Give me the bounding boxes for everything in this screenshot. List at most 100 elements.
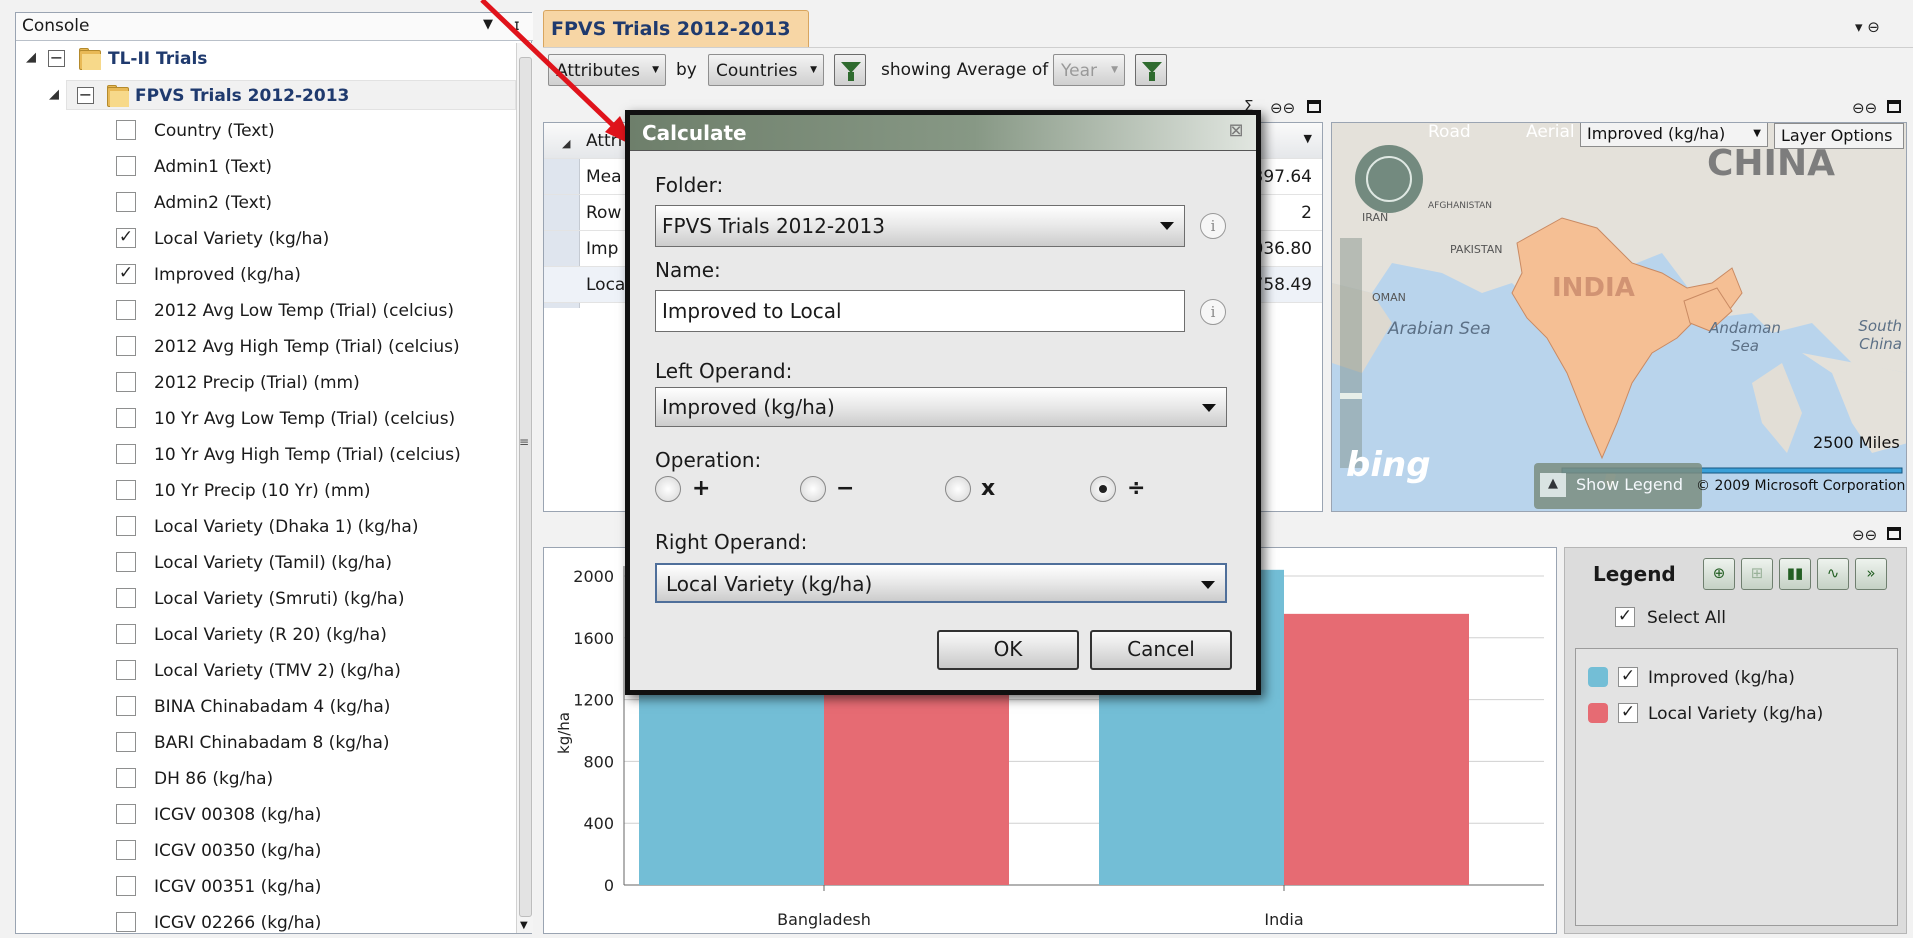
tree-item-checkbox[interactable] (116, 840, 136, 860)
sort-triangle-icon[interactable]: ◢ (562, 137, 570, 150)
tree-item-checkbox[interactable] (116, 912, 136, 932)
tree-item-checkbox[interactable] (116, 372, 136, 392)
tab-fpvs-trials[interactable]: FPVS Trials 2012-2013 (543, 10, 809, 48)
tree-item-checkbox[interactable] (116, 588, 136, 608)
tree-item-checkbox[interactable] (116, 516, 136, 536)
link-icon[interactable]: ⊖⊖ (1852, 99, 1877, 117)
tree-item-checkbox[interactable] (116, 156, 136, 176)
tree-folder[interactable]: ◢ − FPVS Trials 2012-2013 (49, 80, 516, 110)
tree-item[interactable]: BARI Chinabadam 8 (kg/ha) (16, 728, 516, 758)
collapse-panel-icon[interactable]: ▾ ⊖ (1855, 18, 1880, 36)
filter-icon[interactable] (1135, 54, 1167, 86)
tree-item[interactable]: 2012 Precip (Trial) (mm) (16, 368, 516, 398)
radio-add[interactable] (655, 476, 681, 502)
tree-item-checkbox[interactable] (116, 768, 136, 788)
tree-item[interactable]: 10 Yr Avg High Temp (Trial) (celcius) (16, 440, 516, 470)
line-chart-icon[interactable]: ∿ (1817, 558, 1849, 590)
tree-item-checkbox[interactable] (116, 120, 136, 140)
maximize-icon[interactable] (1307, 100, 1321, 113)
bar-chart-icon[interactable]: ▮▮ (1779, 558, 1811, 590)
maximize-icon[interactable] (1887, 100, 1901, 113)
tree-item[interactable]: Local Variety (Dhaka 1) (kg/ha) (16, 512, 516, 542)
y-tick-label: 400 (583, 814, 614, 833)
zoom-in-icon[interactable]: ⊕ (1703, 558, 1735, 590)
countries-dropdown[interactable]: Countries ▼ (708, 54, 824, 86)
left-operand-select[interactable]: Improved (kg/ha) (655, 387, 1227, 427)
year-dropdown[interactable]: Year ▼ (1053, 54, 1125, 86)
tree-item[interactable]: Local Variety (Tamil) (kg/ha) (16, 548, 516, 578)
tree-item[interactable]: 10 Yr Avg Low Temp (Trial) (celcius) (16, 404, 516, 434)
tree-item[interactable]: Local Variety (TMV 2) (kg/ha) (16, 656, 516, 686)
grid-view-icon[interactable]: ⊞ (1741, 558, 1773, 590)
dialog-titlebar[interactable]: Calculate ⊠ (630, 115, 1256, 151)
tree-item-checkbox[interactable] (116, 408, 136, 428)
radio-multiply[interactable] (945, 476, 971, 502)
tree-item[interactable]: ✓ Improved (kg/ha) (16, 260, 516, 290)
forward-icon[interactable]: » (1855, 558, 1887, 590)
link-icon[interactable]: ⊖⊖ (1852, 526, 1877, 544)
expand-triangle-icon[interactable]: ◢ (49, 87, 59, 102)
tree-item[interactable]: ✓ Local Variety (kg/ha) (16, 224, 516, 254)
tree-root[interactable]: ◢ − TL-II Trials (16, 44, 516, 74)
tree-item[interactable]: Local Variety (Smruti) (kg/ha) (16, 584, 516, 614)
tree-item[interactable]: ICGV 00351 (kg/ha) (16, 872, 516, 902)
tree-item[interactable]: ICGV 00308 (kg/ha) (16, 800, 516, 830)
tree-item[interactable]: ICGV 00350 (kg/ha) (16, 836, 516, 866)
radio-subtract[interactable] (800, 476, 826, 502)
tree-item-checkbox[interactable] (116, 336, 136, 356)
tree-item[interactable]: Admin2 (Text) (16, 188, 516, 218)
map-label-arabian-sea: Arabian Sea (1388, 319, 1491, 339)
tree-item-checkbox[interactable] (116, 552, 136, 572)
attributes-dropdown[interactable]: Attributes ▼ (548, 54, 666, 86)
tree-item[interactable]: 2012 Avg Low Temp (Trial) (celcius) (16, 296, 516, 326)
chevron-down-icon[interactable]: ▼ (1304, 132, 1312, 145)
collapse-icon[interactable]: − (77, 87, 94, 104)
maximize-icon[interactable] (1887, 527, 1901, 540)
tree-item[interactable]: 10 Yr Precip (10 Yr) (mm) (16, 476, 516, 506)
pin-icon[interactable]: ɪ (514, 16, 520, 34)
console-header[interactable]: Console ▼ ɪ (16, 13, 533, 41)
tree-item-checkbox[interactable] (116, 804, 136, 824)
road-button[interactable]: Road (1428, 123, 1471, 142)
aerial-button[interactable]: Aerial (1526, 123, 1575, 142)
cancel-button[interactable]: Cancel (1090, 630, 1232, 670)
info-icon[interactable]: i (1200, 299, 1226, 325)
tree-scrollbar[interactable]: ≡ ▼ (516, 43, 533, 933)
name-input[interactable]: Improved to Local (655, 290, 1185, 332)
scroll-down-icon[interactable]: ▼ (520, 920, 528, 931)
info-icon[interactable]: i (1200, 213, 1226, 239)
tree-item-checkbox[interactable] (116, 732, 136, 752)
tree-item[interactable]: DH 86 (kg/ha) (16, 764, 516, 794)
tree-item-checkbox[interactable] (116, 696, 136, 716)
link-icon[interactable]: ⊖⊖ (1270, 99, 1295, 117)
filter-icon[interactable] (834, 54, 866, 86)
collapse-icon[interactable]: − (48, 50, 65, 67)
close-icon[interactable]: ⊠ (1226, 122, 1246, 141)
tree-item-checkbox[interactable] (116, 624, 136, 644)
tree-item-checkbox[interactable] (116, 480, 136, 500)
tree-item[interactable]: Local Variety (R 20) (kg/ha) (16, 620, 516, 650)
legend-checkbox[interactable]: ✓ (1618, 667, 1638, 687)
tree-item-checkbox[interactable] (116, 660, 136, 680)
folder-select[interactable]: FPVS Trials 2012-2013 (655, 205, 1185, 247)
scrollbar-thumb[interactable] (519, 57, 532, 917)
expand-triangle-icon[interactable]: ◢ (26, 50, 36, 65)
tree-item-checkbox[interactable] (116, 300, 136, 320)
select-all-checkbox[interactable]: ✓ (1615, 607, 1635, 627)
tree-item-checkbox[interactable] (116, 192, 136, 212)
tree-item-checkbox[interactable] (116, 876, 136, 896)
right-operand-select[interactable]: Local Variety (kg/ha) (655, 563, 1227, 603)
tree-item-checkbox[interactable]: ✓ (116, 264, 136, 284)
map-panel[interactable]: Road Aerial Improved (kg/ha) ▼ Layer Opti… (1331, 122, 1907, 512)
tree-item[interactable]: BINA Chinabadam 4 (kg/ha) (16, 692, 516, 722)
tree-item-checkbox[interactable] (116, 444, 136, 464)
tree-item-checkbox[interactable]: ✓ (116, 228, 136, 248)
tree-item[interactable]: Country (Text) (16, 116, 516, 146)
ok-button[interactable]: OK (937, 630, 1079, 670)
show-legend-button[interactable]: ▲ Show Legend (1534, 463, 1702, 509)
legend-checkbox[interactable]: ✓ (1618, 703, 1638, 723)
chevron-down-icon[interactable]: ▼ (483, 17, 493, 32)
tree-item[interactable]: Admin1 (Text) (16, 152, 516, 182)
radio-divide[interactable] (1090, 476, 1116, 502)
tree-item[interactable]: 2012 Avg High Temp (Trial) (celcius) (16, 332, 516, 362)
